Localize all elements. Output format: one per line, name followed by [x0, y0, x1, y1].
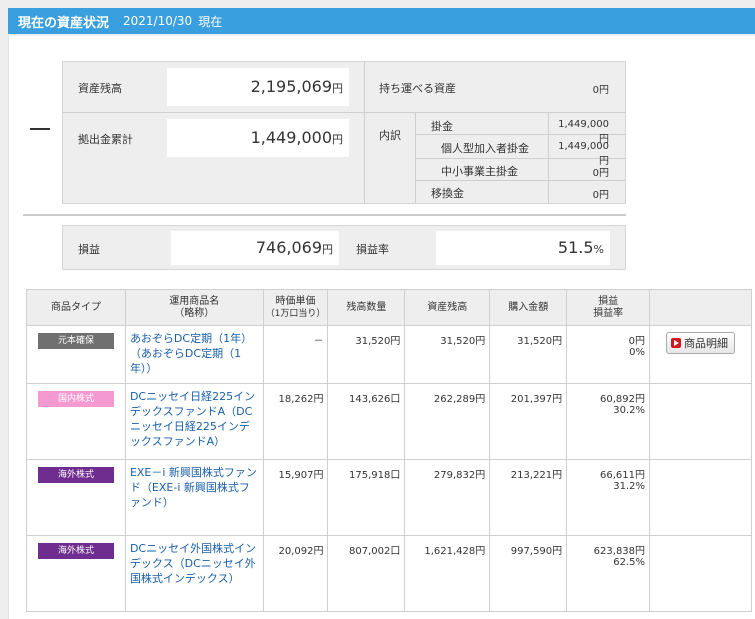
profit-label: 損益 — [78, 243, 100, 256]
breakdown-label: 内訳 — [379, 129, 401, 142]
asset-balance-label: 資産残高 — [78, 82, 122, 95]
units-cell: 31,520円 — [327, 325, 406, 384]
col-header-type: 商品タイプ — [26, 289, 126, 326]
fund-name-link[interactable]: DCニッセイ日経225インデックスファンドA（DCニッセイ日経225インデックス… — [130, 390, 259, 449]
price-cell: 18,262円 — [262, 383, 329, 460]
portable-assets-label: 持ち運べる資産 — [379, 82, 456, 95]
breakdown-item-value: 0円 — [592, 168, 609, 179]
balance-cell: 31,520円 — [404, 325, 491, 384]
col-header-purchase: 購入金額 — [489, 289, 568, 326]
units-cell: 807,002口 — [327, 535, 406, 612]
page-title: 現在の資産状況 — [18, 15, 110, 31]
section-divider — [23, 214, 626, 216]
as-of-date: 2021/10/30 — [123, 14, 193, 28]
price-cell: 15,907円 — [262, 459, 329, 536]
profit-value: 746,069 — [255, 238, 322, 257]
contribution-total-value-box: 1,449,000円 — [167, 119, 349, 157]
fund-name-link[interactable]: EXE－i 新興国株式ファンド（EXE-i 新興国株式ファンド） — [130, 466, 259, 511]
product-type-badge: 元本確保 — [37, 333, 114, 349]
fund-name-link[interactable]: DCニッセイ外国株式インデックス（DCニッセイ外国株式インデックス） — [130, 542, 259, 587]
balance-cell: 262,289円 — [404, 383, 491, 460]
contribution-total-unit: 円 — [332, 133, 343, 146]
play-icon — [671, 338, 682, 348]
col-header-name: 運用商品名 （略称） — [124, 289, 264, 326]
profit-cell: 66,611円 31.2% — [566, 459, 651, 536]
asset-balance-unit: 円 — [332, 82, 343, 95]
contribution-total-label: 拠出金累計 — [78, 133, 133, 146]
breakdown-item-label: 中小事業主掛金 — [441, 165, 518, 178]
profit-unit: 円 — [322, 243, 333, 256]
profit-rate-value-box: 51.5% — [436, 231, 610, 265]
breakdown-item-value: 0円 — [592, 190, 609, 201]
table-row: 国内株式 DCニッセイ日経225インデックスファンドA（DCニッセイ日経225イ… — [26, 383, 752, 460]
asset-balance-value: 2,195,069 — [250, 77, 332, 96]
fund-name-link[interactable]: あおぞらDC定期（1年）（あおぞらDC定期（1年）） — [130, 332, 259, 377]
collapse-toggle[interactable] — [30, 128, 50, 130]
as-of-suffix: 現在 — [198, 14, 223, 29]
table-row: 海外株式 DCニッセイ外国株式インデックス（DCニッセイ外国株式インデックス） … — [26, 535, 752, 612]
product-type-badge: 国内株式 — [37, 391, 114, 407]
price-cell: － — [262, 325, 329, 384]
units-cell: 175,918口 — [327, 459, 406, 536]
holdings-table: 商品タイプ 運用商品名 （略称） 時価単価 （1万口当り） 残高数量 資産残高 … — [26, 289, 752, 612]
table-row: 元本確保 あおぞらDC定期（1年）（あおぞらDC定期（1年）） － 31,520… — [26, 325, 752, 384]
asset-summary-box: 資産残高 2,195,069円 拠出金累計 1,449,000円 持ち運べる資産… — [62, 61, 626, 204]
purchase-cell: 31,520円 — [489, 325, 568, 384]
profit-rate-value: 51.5 — [557, 238, 594, 257]
units-cell: 143,626口 — [327, 383, 406, 460]
profit-cell: 60,892円 30.2% — [566, 383, 651, 460]
breakdown-item-label: 掛金 — [431, 120, 453, 133]
profit-cell: 623,838円 62.5% — [566, 535, 651, 612]
product-detail-button[interactable]: 商品明細 — [666, 332, 736, 354]
table-header-row: 商品タイプ 運用商品名 （略称） 時価単価 （1万口当り） 残高数量 資産残高 … — [26, 289, 752, 326]
balance-cell: 1,621,428円 — [404, 535, 491, 612]
balance-cell: 279,832円 — [404, 459, 491, 536]
col-header-balance: 資産残高 — [404, 289, 491, 326]
col-header-price: 時価単価 （1万口当り） — [262, 289, 329, 326]
profit-summary-box: 損益 746,069円 損益率 51.5% — [62, 225, 626, 270]
product-type-badge: 海外株式 — [37, 467, 114, 483]
profit-rate-label: 損益率 — [356, 243, 389, 256]
profit-rate-unit: % — [593, 243, 604, 256]
breakdown-item-label: 個人型加入者掛金 — [441, 142, 529, 155]
portable-assets-value: 0円 — [592, 85, 609, 96]
price-cell: 20,092円 — [262, 535, 329, 612]
contribution-total-value: 1,449,000 — [250, 128, 332, 147]
asset-balance-value-box: 2,195,069円 — [167, 68, 349, 106]
col-header-profit: 損益 損益率 — [566, 289, 651, 326]
page-header: 現在の資産状況 2021/10/30 現在 — [8, 8, 755, 34]
purchase-cell: 997,590円 — [489, 535, 568, 612]
profit-cell: 0円 0% — [566, 325, 651, 384]
breakdown-item-label: 移換金 — [431, 187, 464, 200]
table-row: 海外株式 EXE－i 新興国株式ファンド（EXE-i 新興国株式ファンド） 15… — [26, 459, 752, 536]
purchase-cell: 213,221円 — [489, 459, 568, 536]
col-header-units: 残高数量 — [327, 289, 406, 326]
col-header-actions — [649, 289, 752, 326]
purchase-cell: 201,397円 — [489, 383, 568, 460]
product-type-badge: 海外株式 — [37, 543, 114, 559]
profit-value-box: 746,069円 — [171, 231, 339, 265]
